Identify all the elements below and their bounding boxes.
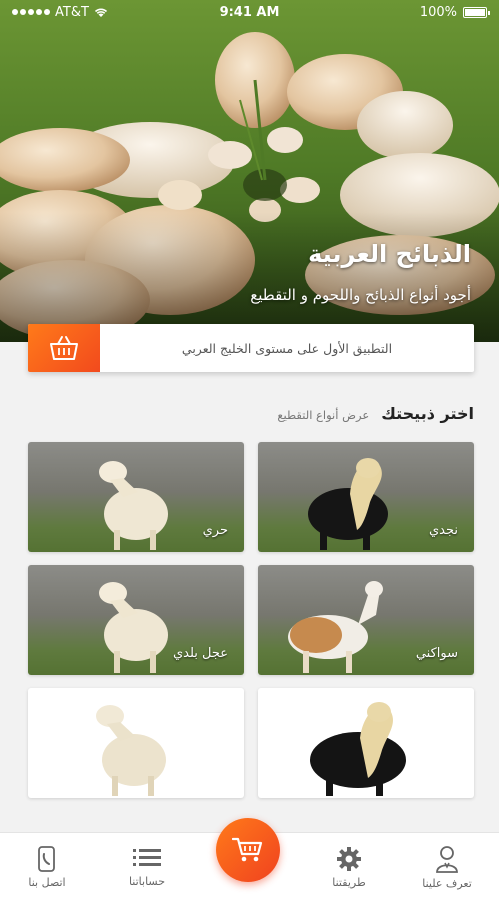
hero-banner: الذبائح العربية أجود أنواع الذبائح واللح…	[0, 0, 499, 342]
nav-method[interactable]: طريقتنا	[306, 833, 392, 900]
livestock-card[interactable]	[258, 688, 474, 798]
white-sheep-image	[96, 705, 166, 796]
view-cuts-link[interactable]: عرض أنواع التقطيع	[277, 408, 369, 422]
nav-about-label: تعرف علينا	[422, 876, 472, 890]
black-sheep-image	[310, 702, 406, 796]
phone-icon	[38, 845, 55, 872]
section-title: اختر ذبيحتك	[381, 404, 474, 423]
hero-shade	[0, 212, 499, 342]
list-icon	[133, 848, 161, 866]
status-left: AT&T	[12, 5, 108, 20]
nav-accounts[interactable]: حساباتنا	[104, 833, 190, 900]
nav-contact-label: اتصل بنا	[28, 875, 66, 889]
livestock-card-local-calf[interactable]: عجل بلدي	[28, 565, 244, 675]
battery-fill	[465, 8, 485, 16]
status-right: 100%	[419, 4, 490, 20]
signal-icon	[12, 9, 50, 15]
promo-banner[interactable]: التطبيق الأول على مستوى الخليج العربي	[28, 324, 474, 372]
card-label: نجدي	[428, 523, 458, 538]
cart-button[interactable]	[216, 818, 280, 882]
nav-about[interactable]: تعرف علينا	[404, 833, 490, 900]
card-label: عجل بلدي	[172, 646, 228, 661]
livestock-card-najdi[interactable]: نجدي	[258, 442, 474, 552]
banner-text: التطبيق الأول على مستوى الخليج العربي	[181, 340, 393, 356]
carrier-label: AT&T	[55, 4, 89, 20]
hero-title: الذبائح العربية	[308, 240, 471, 268]
card-label: حري	[202, 523, 228, 538]
hero-subtitle: أجود أنواع الذبائح واللحوم و التقطيع	[250, 286, 471, 304]
section-header: عرض أنواع التقطيع اختر ذبيحتك	[28, 404, 474, 423]
nav-accounts-label: حساباتنا	[128, 874, 166, 888]
cart-icon	[232, 837, 263, 862]
status-bar: AT&T 9:41 AM 100%	[0, 0, 499, 24]
nav-contact[interactable]: اتصل بنا	[4, 833, 90, 900]
basket-icon	[28, 324, 100, 372]
wifi-icon	[94, 8, 107, 17]
battery-percent: 100%	[419, 4, 457, 20]
person-icon	[436, 845, 458, 873]
card-label: سواكني	[415, 646, 458, 661]
nav-method-label: طريقتنا	[332, 875, 366, 889]
battery-icon	[463, 6, 490, 18]
gear-icon	[337, 846, 361, 871]
livestock-card-harri[interactable]: حري	[28, 442, 244, 552]
livestock-card-sawakni[interactable]: سواكني	[258, 565, 474, 675]
livestock-card[interactable]	[28, 688, 244, 798]
